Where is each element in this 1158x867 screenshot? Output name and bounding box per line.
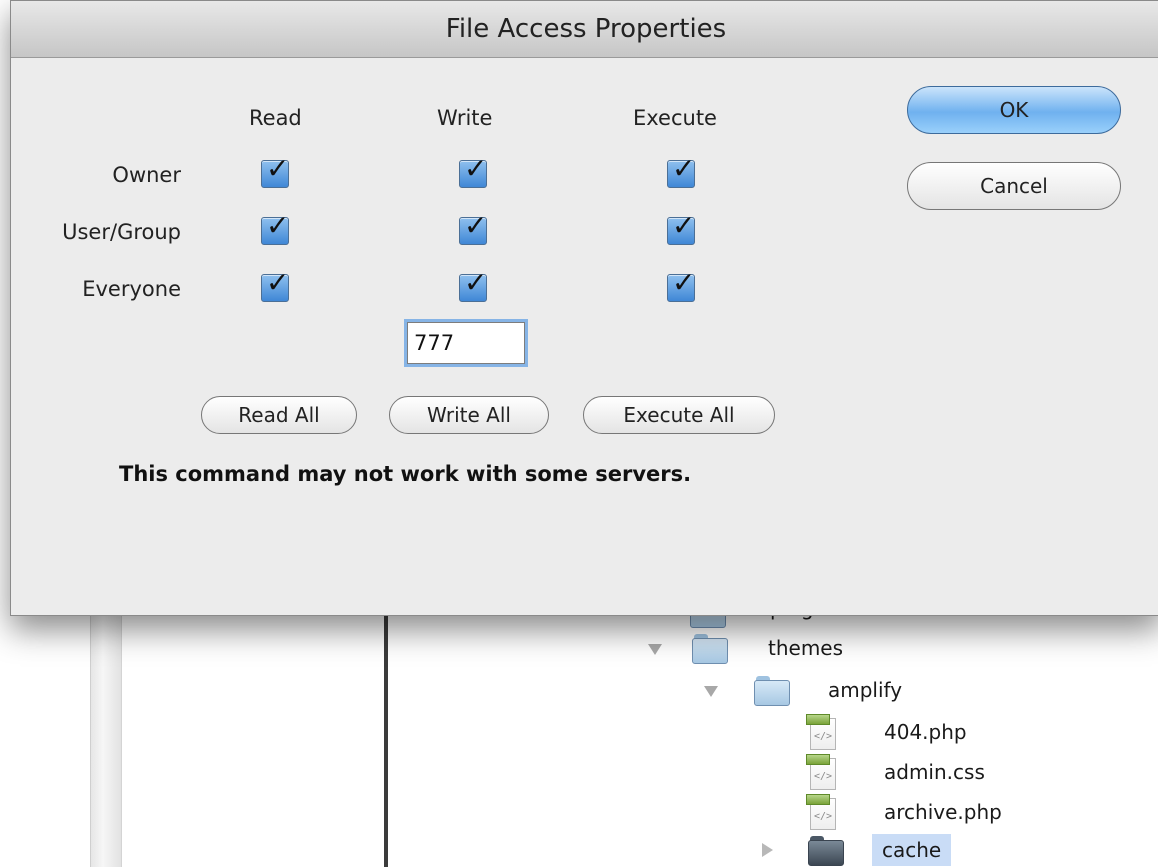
disclosure-triangle-collapsed-icon[interactable]	[762, 843, 773, 857]
everyone-execute-checkbox[interactable]: ✓	[667, 269, 695, 302]
checkmark-icon: ✓	[266, 209, 290, 242]
row-label-everyone: Everyone	[82, 277, 181, 301]
checkmark-icon: ✓	[266, 266, 290, 299]
cancel-button[interactable]: Cancel	[907, 162, 1121, 210]
tree-item-label: amplify	[828, 678, 903, 702]
write-all-button[interactable]: Write All	[389, 396, 549, 434]
checkmark-icon: ✓	[464, 266, 488, 299]
tree-item-amplify[interactable]: amplify	[704, 674, 944, 706]
read-all-button[interactable]: Read All	[201, 396, 357, 434]
column-header-execute: Execute	[633, 106, 717, 130]
column-header-write: Write	[437, 106, 493, 130]
folder-icon	[808, 836, 844, 866]
sidebar-scroll-column	[90, 610, 122, 867]
checkmark-icon: ✓	[672, 152, 696, 185]
tree-item-label: admin.css	[884, 760, 985, 784]
tree-item-label: themes	[768, 636, 844, 660]
checkmark-icon: ✓	[464, 209, 488, 242]
php-file-icon: </>	[806, 794, 836, 830]
folder-icon	[754, 676, 790, 706]
checkmark-icon: ✓	[672, 266, 696, 299]
checkmark-icon: ✓	[672, 209, 696, 242]
owner-read-checkbox[interactable]: ✓	[261, 155, 289, 188]
column-header-read: Read	[249, 106, 302, 130]
checkmark-icon: ✓	[266, 152, 290, 185]
tree-item-themes[interactable]: themes	[648, 632, 888, 664]
disclosure-triangle-expanded-icon[interactable]	[648, 644, 662, 655]
owner-execute-checkbox[interactable]: ✓	[667, 155, 695, 188]
tree-item-404-php[interactable]: </> 404.php	[806, 714, 1006, 750]
tree-item-cache[interactable]: cache	[762, 834, 982, 866]
group-write-checkbox[interactable]: ✓	[459, 212, 487, 245]
file-access-properties-dialog: File Access Properties Read Write Execut…	[10, 0, 1158, 616]
php-file-icon: </>	[806, 714, 836, 750]
tree-item-admin-css[interactable]: </> admin.css	[806, 754, 1006, 790]
checkmark-icon: ✓	[464, 152, 488, 185]
disclosure-triangle-expanded-icon[interactable]	[704, 686, 718, 697]
row-label-owner: Owner	[112, 163, 181, 187]
group-execute-checkbox[interactable]: ✓	[667, 212, 695, 245]
group-read-checkbox[interactable]: ✓	[261, 212, 289, 245]
tree-item-label-selected: cache	[872, 834, 952, 866]
tree-item-label: 404.php	[884, 720, 967, 744]
folder-icon	[692, 634, 728, 664]
server-warning-text: This command may not work with some serv…	[119, 462, 692, 486]
owner-write-checkbox[interactable]: ✓	[459, 155, 487, 188]
permissions-octal-field[interactable]	[407, 322, 525, 364]
pane-divider[interactable]	[384, 610, 388, 867]
tree-item-archive-php[interactable]: </> archive.php	[806, 794, 1036, 830]
dialog-body: Read Write Execute Owner User/Group Ever…	[11, 58, 1158, 615]
execute-all-button[interactable]: Execute All	[583, 396, 775, 434]
everyone-write-checkbox[interactable]: ✓	[459, 269, 487, 302]
dialog-title: File Access Properties	[11, 1, 1158, 58]
css-file-icon: </>	[806, 754, 836, 790]
everyone-read-checkbox[interactable]: ✓	[261, 269, 289, 302]
row-label-user-group: User/Group	[62, 220, 181, 244]
tree-item-label: archive.php	[884, 800, 1002, 824]
ok-button[interactable]: OK	[907, 86, 1121, 134]
